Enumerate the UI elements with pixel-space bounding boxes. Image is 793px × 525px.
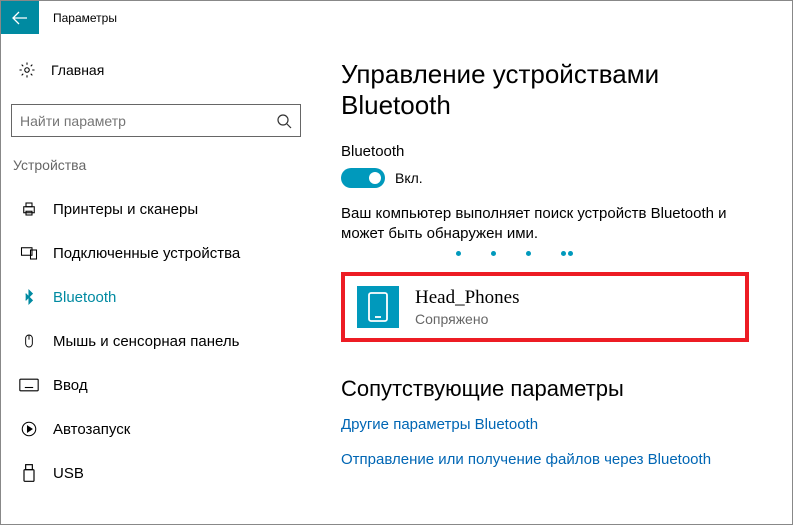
mouse-icon (19, 331, 39, 351)
bluetooth-toggle[interactable] (341, 168, 385, 188)
link-more-bluetooth[interactable]: Другие параметры Bluetooth (341, 416, 772, 433)
related-heading: Сопутствующие параметры (341, 376, 772, 402)
page-heading: Управление устройствами Bluetooth (341, 59, 772, 121)
back-button[interactable] (1, 1, 39, 34)
sidebar-home-label: Главная (51, 62, 104, 78)
sidebar-item-autoplay[interactable]: Автозапуск (1, 407, 311, 451)
sidebar-item-label: Ввод (53, 377, 88, 394)
sidebar: Главная Устройства Принтеры и сканеры По… (1, 34, 311, 524)
progress-dots (341, 251, 772, 256)
printer-icon (19, 199, 39, 219)
sidebar-item-label: Bluetooth (53, 289, 116, 306)
sidebar-item-home[interactable]: Главная (11, 54, 311, 86)
device-status: Сопряжено (415, 311, 519, 327)
device-name: Head_Phones (415, 287, 519, 309)
search-box[interactable] (11, 104, 301, 137)
sidebar-item-label: Автозапуск (53, 421, 130, 438)
autoplay-icon (19, 419, 39, 439)
sidebar-item-label: Подключенные устройства (53, 245, 240, 262)
sidebar-item-connected[interactable]: Подключенные устройства (1, 231, 311, 275)
search-input[interactable] (20, 113, 274, 129)
titlebar: Параметры (1, 1, 792, 34)
toggle-state-label: Вкл. (395, 170, 423, 186)
bluetooth-label: Bluetooth (341, 143, 772, 160)
main-panel: Управление устройствами Bluetooth Blueto… (311, 34, 792, 524)
phone-icon (357, 286, 399, 328)
keyboard-icon (19, 375, 39, 395)
sidebar-item-typing[interactable]: Ввод (1, 363, 311, 407)
window-title: Параметры (53, 11, 117, 25)
sidebar-item-usb[interactable]: USB (1, 451, 311, 495)
devices-icon (19, 243, 39, 263)
bluetooth-icon (19, 287, 39, 307)
gear-icon (17, 60, 37, 80)
usb-icon (19, 463, 39, 483)
sidebar-item-label: Мышь и сенсорная панель (53, 333, 239, 350)
sidebar-item-printers[interactable]: Принтеры и сканеры (1, 187, 311, 231)
search-icon (274, 111, 294, 131)
arrow-left-icon (10, 8, 30, 28)
sidebar-item-mouse[interactable]: Мышь и сенсорная панель (1, 319, 311, 363)
link-send-receive-files[interactable]: Отправление или получение файлов через B… (341, 451, 772, 468)
sidebar-item-label: USB (53, 465, 84, 482)
device-entry[interactable]: Head_Phones Сопряжено (341, 272, 749, 342)
sidebar-item-bluetooth[interactable]: Bluetooth (1, 275, 311, 319)
sidebar-nav: Принтеры и сканеры Подключенные устройст… (1, 187, 311, 495)
sidebar-category: Устройства (11, 157, 311, 173)
bluetooth-description: Ваш компьютер выполняет поиск устройств … (341, 204, 756, 245)
sidebar-item-label: Принтеры и сканеры (53, 201, 198, 218)
